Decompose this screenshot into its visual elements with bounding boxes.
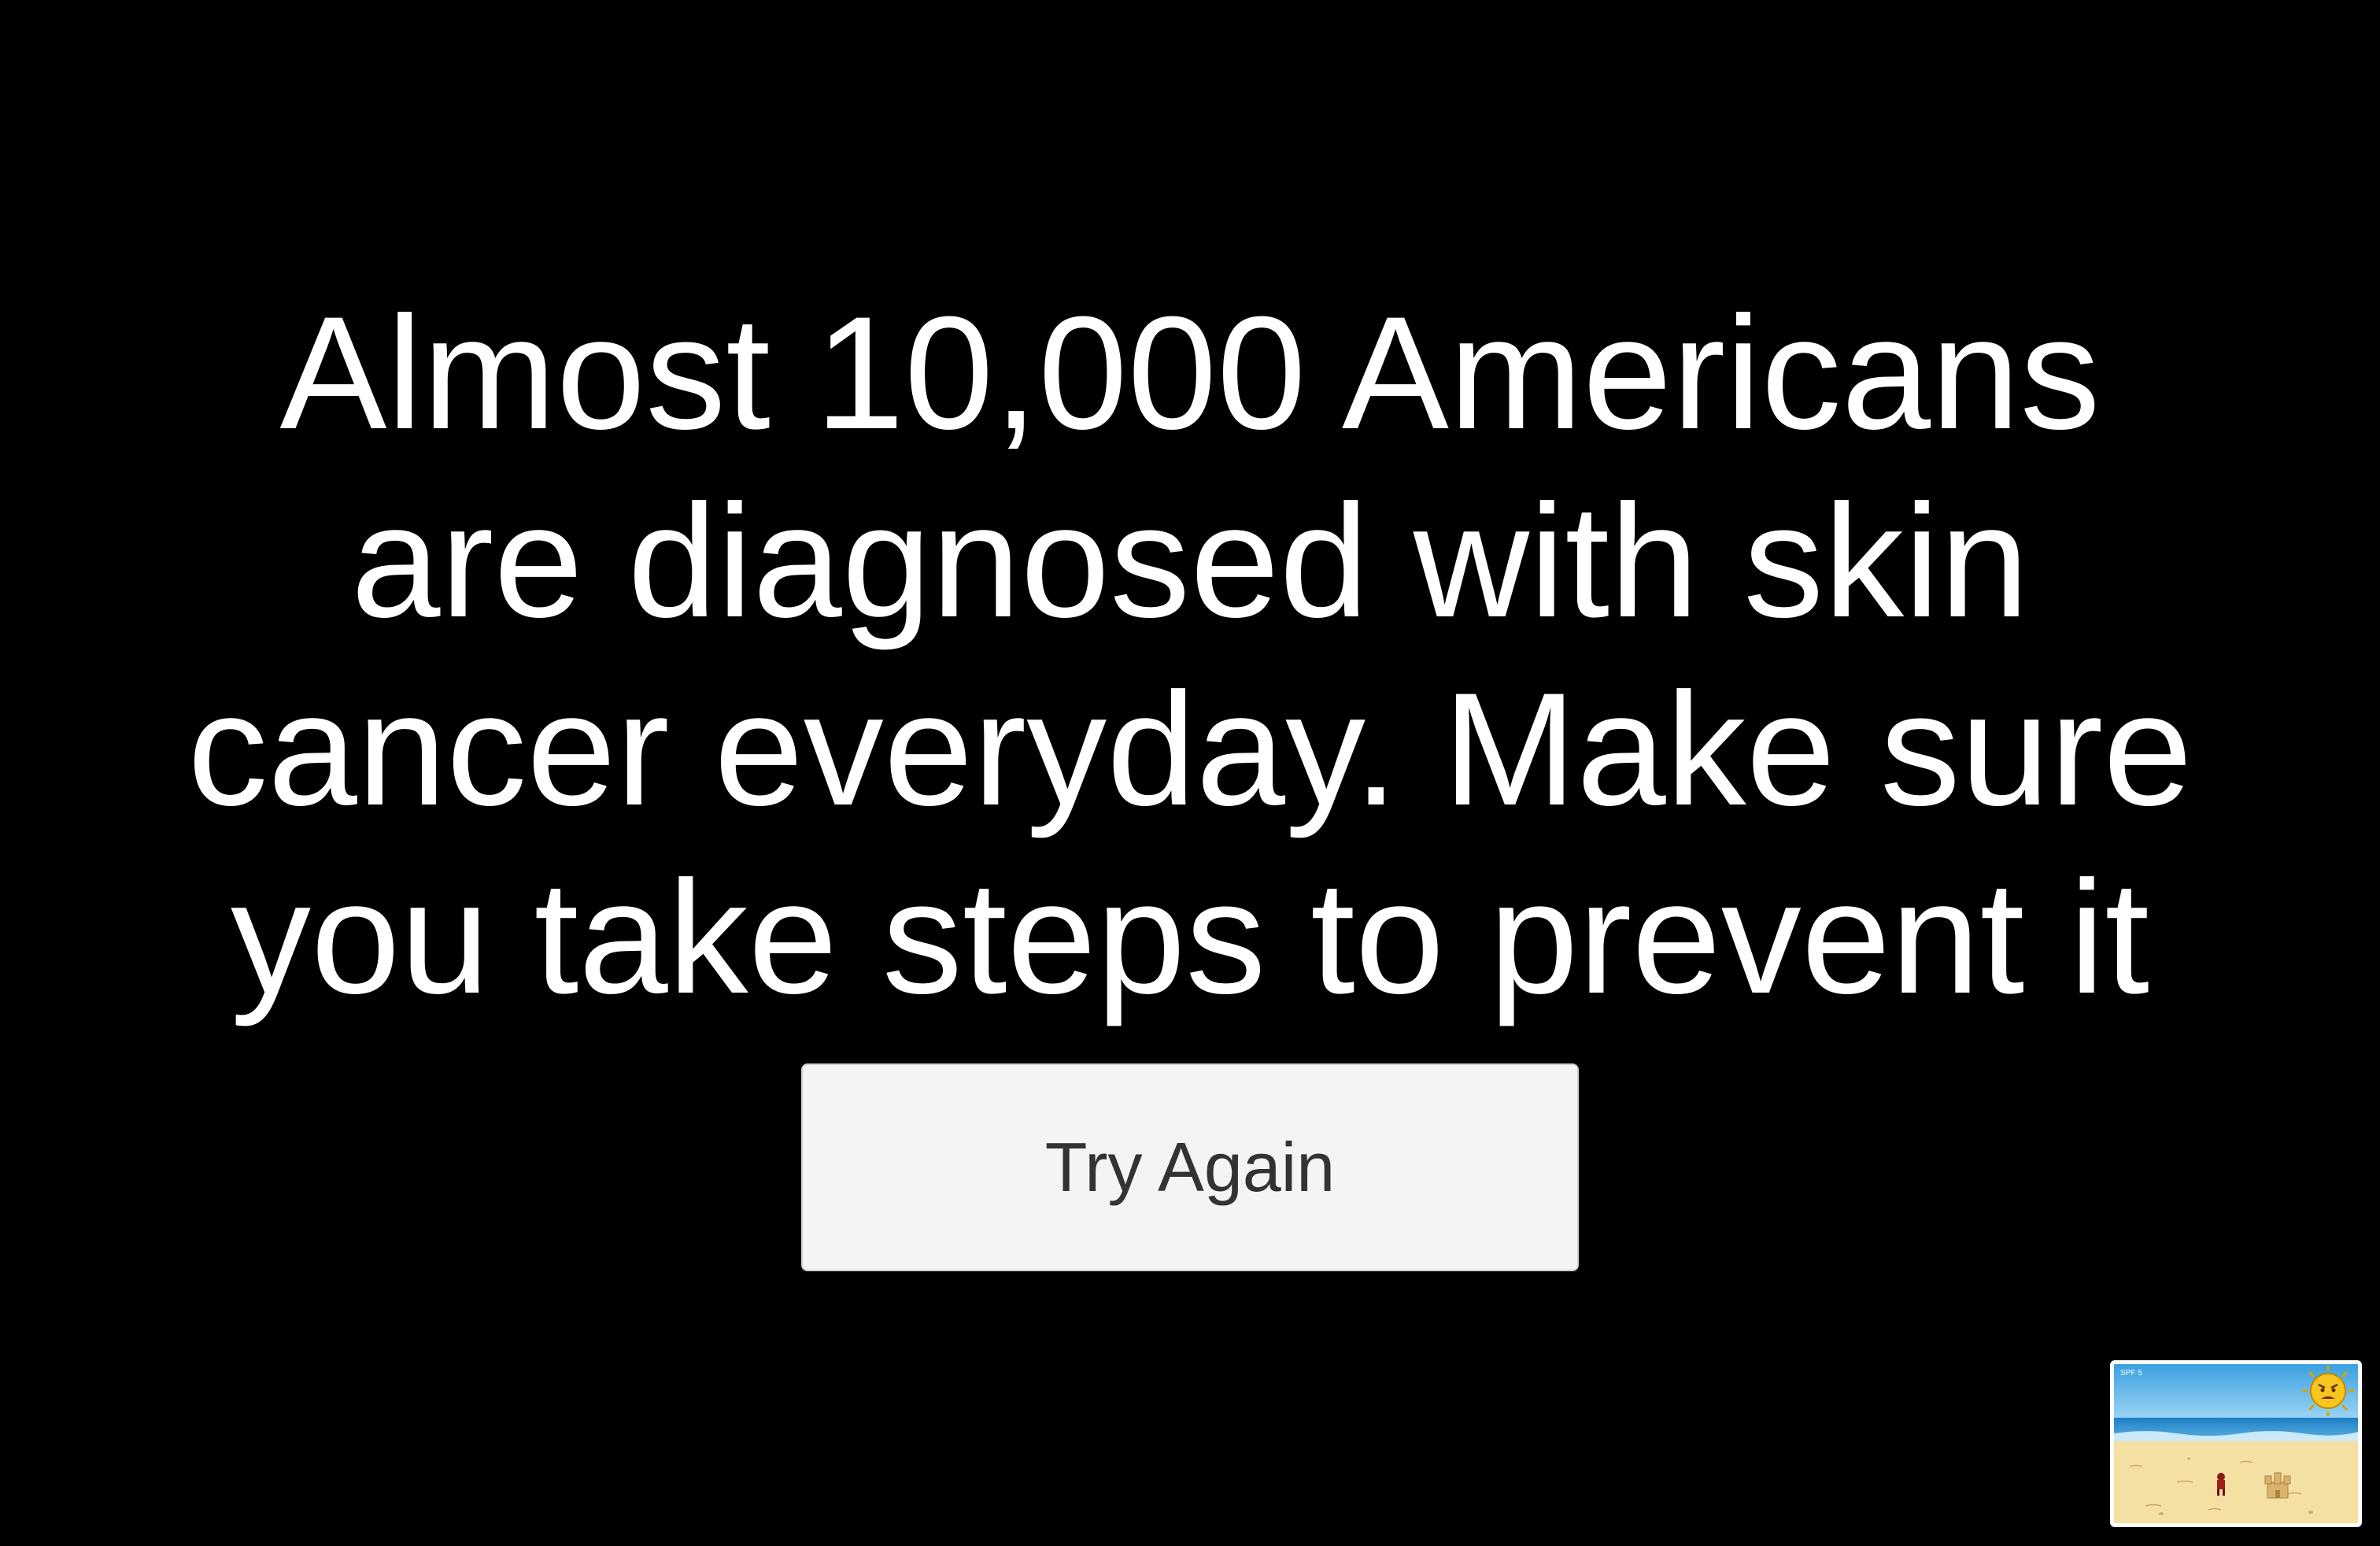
message-line: cancer everyday. Make sure — [187, 660, 2193, 839]
message-line: you take steps to prevent it — [230, 848, 2150, 1027]
sand — [2114, 1441, 2358, 1523]
game-preview-thumbnail[interactable]: SPF 5 — [2110, 1360, 2362, 1527]
beach-scene: SPF 5 — [2114, 1364, 2358, 1523]
sandcastle-icon — [2264, 1472, 2291, 1499]
game-over-message: Almost 10,000 Americans are diagnosed wi… — [94, 279, 2286, 1032]
hud-text: SPF 5 — [2120, 1369, 2142, 1378]
message-line: are diagnosed with skin — [351, 472, 2029, 651]
message-line: Almost 10,000 Americans — [279, 283, 2101, 463]
game-over-screen: Almost 10,000 Americans are diagnosed wi… — [0, 0, 2380, 1546]
try-again-button[interactable]: Try Again — [801, 1063, 1579, 1271]
